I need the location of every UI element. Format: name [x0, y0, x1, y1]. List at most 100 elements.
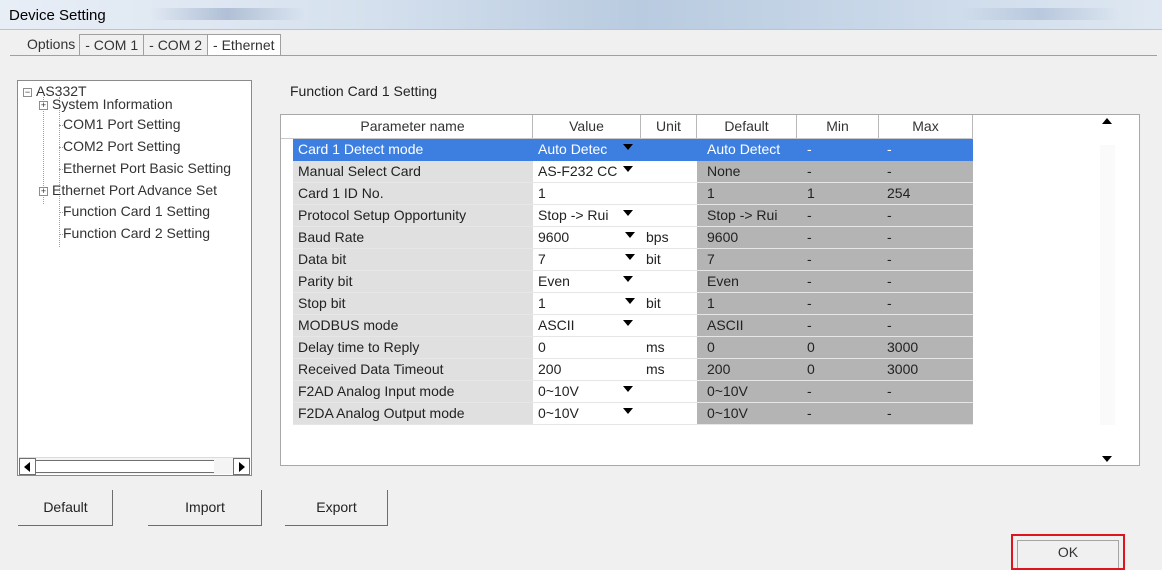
tab-ethernet[interactable]: - Ethernet [207, 34, 281, 56]
dropdown-arrow-icon[interactable] [623, 276, 633, 282]
tree-item-com1-port-setting[interactable]: COM1 Port Setting [63, 116, 181, 136]
export-button[interactable]: Export [285, 490, 388, 526]
min-cell-text: - [807, 251, 812, 267]
grid-vertical-scrollbar[interactable] [1099, 115, 1116, 465]
table-row[interactable]: Card 1 Detect mode Auto Detec Auto Detect -… [293, 139, 973, 161]
value-cell[interactable]: 0~10V [533, 403, 641, 425]
button-edge [148, 525, 262, 526]
scroll-thumb[interactable] [36, 460, 214, 473]
value-cell[interactable]: 9600 [533, 227, 641, 249]
dropdown-arrow-icon[interactable] [623, 144, 633, 150]
value-cell[interactable]: ASCII [533, 315, 641, 337]
min-cell-text: 1 [807, 185, 815, 201]
value-cell-text: Auto Detec [538, 141, 608, 157]
max-cell-text: - [887, 383, 892, 399]
arrow-down-icon[interactable] [1102, 456, 1112, 462]
expand-icon[interactable]: + [39, 187, 48, 196]
max-cell-text: - [887, 251, 892, 267]
column-header-max[interactable]: Max [879, 115, 973, 138]
parameter-name-cell: MODBUS mode [293, 315, 533, 337]
ok-button[interactable]: OK [1011, 534, 1125, 570]
value-cell[interactable]: Auto Detec [533, 139, 641, 161]
table-row[interactable]: MODBUS mode ASCII ASCII - - [293, 315, 973, 337]
parameter-name-cell: Protocol Setup Opportunity [293, 205, 533, 227]
value-cell[interactable]: 7 [533, 249, 641, 271]
value-cell[interactable]: Even [533, 271, 641, 293]
parameter-name-cell-text: Stop bit [298, 295, 346, 311]
column-header-min[interactable]: Min [797, 115, 879, 138]
min-cell-text: - [807, 163, 812, 179]
tree-item-function-card-2[interactable]: Function Card 2 Setting [63, 225, 210, 245]
table-row[interactable]: Card 1 ID No. 1 1 1 254 [293, 183, 973, 205]
table-row[interactable]: Data bit 7 bit 7 - - [293, 249, 973, 271]
table-row[interactable]: Delay time to Reply 0 ms 0 0 3000 [293, 337, 973, 359]
parameter-name-cell-text: Card 1 ID No. [298, 185, 384, 201]
value-cell[interactable]: 1 [533, 293, 641, 315]
default-cell-text: 1 [707, 295, 715, 311]
max-cell-text: 254 [887, 185, 911, 201]
table-row[interactable]: Baud Rate 9600 bps 9600 - - [293, 227, 973, 249]
parameter-name-cell: F2DA Analog Output mode [293, 403, 533, 425]
column-header-default[interactable]: Default [697, 115, 797, 138]
tree-item-system-information[interactable]: System Information [52, 96, 173, 116]
dropdown-arrow-icon[interactable] [623, 210, 633, 216]
collapse-icon[interactable]: − [23, 88, 32, 97]
tab-com2[interactable]: - COM 2 [143, 34, 209, 56]
value-cell[interactable]: AS-F232 CC [533, 161, 641, 183]
default-cell-text: 0 [707, 339, 715, 355]
export-button-label: Export [316, 499, 357, 515]
min-cell-text: 0 [807, 339, 815, 355]
dropdown-arrow-icon[interactable] [623, 386, 633, 392]
table-row[interactable]: Stop bit 1 bit 1 - - [293, 293, 973, 315]
unit-cell-text: bit [646, 251, 661, 267]
default-cell-text: 7 [707, 251, 715, 267]
scroll-right-button[interactable] [233, 458, 250, 475]
scroll-thumb[interactable] [1100, 145, 1115, 425]
default-button-label: Default [43, 499, 88, 515]
min-cell-text: - [807, 295, 812, 311]
value-cell[interactable]: 0 [533, 337, 641, 359]
dropdown-arrow-icon[interactable] [623, 166, 633, 172]
value-cell[interactable]: Stop -> Rui [533, 205, 641, 227]
value-cell[interactable]: 200 [533, 359, 641, 381]
import-button[interactable]: Import [148, 490, 262, 526]
tree-item-com2-port-setting[interactable]: COM2 Port Setting [63, 138, 181, 158]
column-header-parameter-name[interactable]: Parameter name [293, 115, 533, 138]
table-row[interactable]: Received Data Timeout 200 ms 200 0 3000 [293, 359, 973, 381]
table-row[interactable]: F2DA Analog Output mode 0~10V 0~10V - - [293, 403, 973, 425]
table-row[interactable]: Manual Select Card AS-F232 CC None - - [293, 161, 973, 183]
table-row[interactable]: Protocol Setup Opportunity Stop -> Rui Sto… [293, 205, 973, 227]
default-button[interactable]: Default [18, 490, 113, 526]
tree-horizontal-scrollbar[interactable] [19, 457, 250, 475]
tab-com1[interactable]: - COM 1 [79, 34, 145, 56]
value-cell[interactable]: 1 [533, 183, 641, 205]
column-header-unit[interactable]: Unit [641, 115, 697, 138]
default-cell: 0 [697, 337, 797, 359]
parameter-name-cell-text: Protocol Setup Opportunity [298, 207, 467, 223]
min-cell-text: - [807, 317, 812, 333]
tree-item-function-card-1[interactable]: Function Card 1 Setting [63, 203, 210, 223]
unit-cell [641, 381, 697, 403]
default-cell-text: 200 [707, 361, 731, 377]
expand-icon[interactable]: + [39, 101, 48, 110]
value-cell-text: 7 [538, 251, 546, 267]
default-cell: 7 [697, 249, 797, 271]
device-tree[interactable]: − AS332T + System Information COM1 Port … [17, 80, 252, 476]
dropdown-arrow-icon[interactable] [623, 408, 633, 414]
arrow-up-icon[interactable] [1102, 118, 1112, 124]
dropdown-arrow-icon[interactable] [625, 254, 635, 260]
column-header-value[interactable]: Value [533, 115, 641, 138]
parameter-grid[interactable]: Parameter name Value Unit Default Min Ma… [280, 114, 1140, 466]
table-row[interactable]: F2AD Analog Input mode 0~10V 0~10V - - [293, 381, 973, 403]
default-cell-text: 0~10V [707, 383, 748, 399]
dropdown-arrow-icon[interactable] [623, 320, 633, 326]
dropdown-arrow-icon[interactable] [625, 298, 635, 304]
tree-item-ethernet-basic-setting[interactable]: Ethernet Port Basic Setting [63, 160, 231, 180]
dropdown-arrow-icon[interactable] [625, 232, 635, 238]
value-cell[interactable]: 0~10V [533, 381, 641, 403]
table-row[interactable]: Parity bit Even Even - - [293, 271, 973, 293]
tab-options[interactable]: Options [27, 34, 80, 56]
default-cell-text: ASCII [707, 317, 744, 333]
tree-item-ethernet-advance-setting[interactable]: Ethernet Port Advance Set [52, 182, 217, 202]
scroll-left-button[interactable] [19, 458, 36, 475]
